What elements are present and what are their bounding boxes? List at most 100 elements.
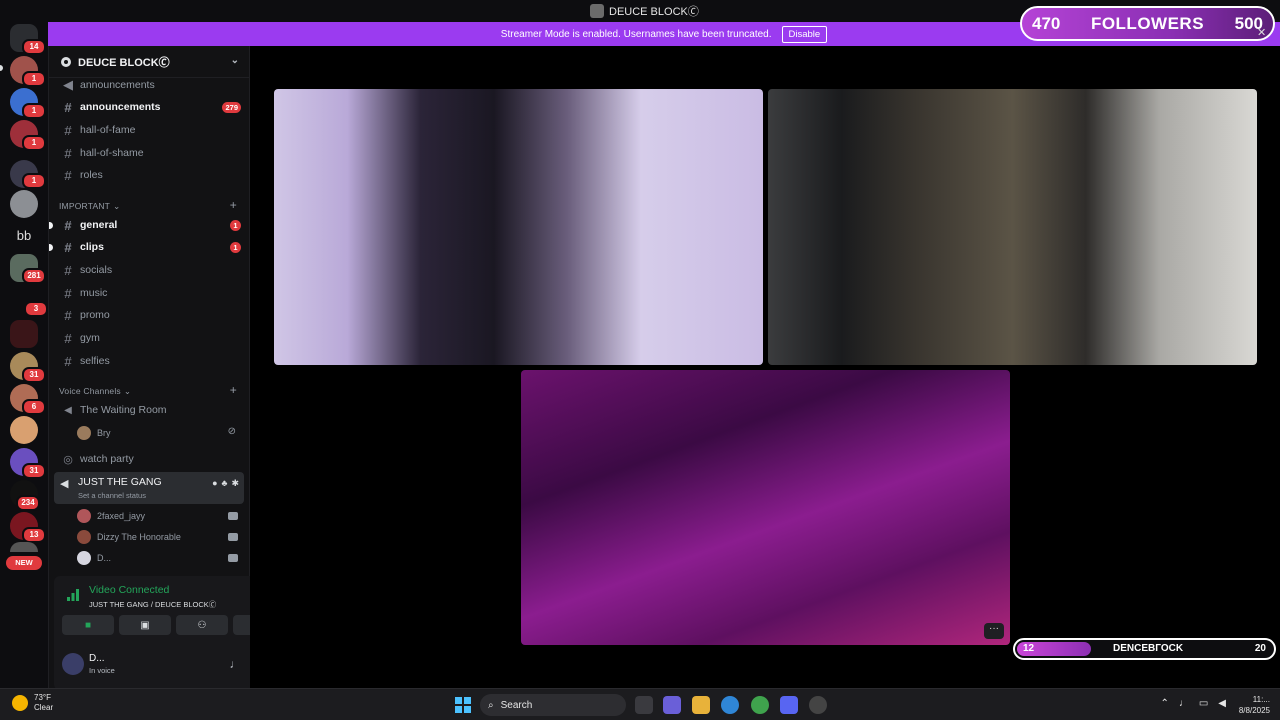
server-badge: 13 (22, 527, 46, 543)
new-servers-pill[interactable]: NEW (6, 556, 42, 570)
category-voice-channels[interactable]: Voice Channels ⌄ + (59, 383, 241, 398)
server-badge: 3 (24, 301, 48, 317)
clock[interactable]: 11:... 8/8/2025 (1239, 694, 1270, 716)
channel-promo[interactable]: # promo (57, 305, 245, 325)
microphone-icon[interactable]: ♩ (1179, 698, 1189, 709)
channel-watch-party[interactable]: ◎ watch party (57, 449, 245, 469)
megaphone-icon: ◀ (63, 77, 73, 92)
volume-icon[interactable]: ◀ (1218, 698, 1226, 709)
channel-general[interactable]: # general 1 (49, 215, 245, 235)
goal-bar-right-value: 20 (1254, 643, 1266, 654)
video-tile[interactable]: ··· (521, 370, 1010, 645)
voice-user-name: Bry (97, 428, 111, 438)
avatar (77, 551, 91, 565)
speaker-icon: ◀ (60, 478, 69, 490)
server-icon[interactable] (10, 190, 38, 218)
network-icon[interactable]: ▭ (1199, 698, 1208, 709)
channel-clips[interactable]: # clips 1 (49, 237, 245, 257)
signal-icon[interactable] (66, 588, 80, 602)
screen-share-button[interactable]: ▣ (119, 615, 171, 635)
chat-icon[interactable]: ● (212, 478, 217, 489)
followers-label: FOLLOWERS (1090, 13, 1205, 33)
voice-user[interactable]: D... (77, 549, 242, 567)
voice-channel-just-the-gang[interactable]: ◀ JUST THE GANG Set a channel status ● ♣… (54, 472, 244, 504)
obs-icon[interactable] (809, 696, 827, 714)
channel-socials[interactable]: # socials (57, 260, 245, 280)
channel-music[interactable]: # music (57, 283, 245, 303)
more-options-icon[interactable]: ··· (984, 623, 1004, 639)
channel-hall-of-fame[interactable]: # hall-of-fame (57, 120, 245, 140)
channel-selfies[interactable]: # selfies (57, 351, 245, 371)
weather-desc: Clear (34, 703, 54, 712)
camera-icon: ■ (84, 619, 92, 631)
goal-bar-name: DENCEBГOCK (1113, 643, 1184, 654)
username[interactable]: D... (89, 653, 105, 664)
server-badge: 1 (22, 173, 46, 189)
add-channel-icon[interactable]: + (230, 383, 237, 397)
server-icon[interactable] (10, 542, 38, 552)
file-explorer-icon[interactable] (692, 696, 710, 714)
speaker-icon: ◀ (64, 404, 72, 416)
microphone-icon[interactable]: ♩ (229, 657, 241, 671)
video-tile[interactable] (274, 89, 763, 365)
unread-pip (49, 244, 53, 251)
channel-name: clips (80, 241, 104, 253)
channel-announcements-voice[interactable]: ◀ announcements (57, 75, 245, 95)
channel-roles[interactable]: # roles (57, 165, 245, 185)
discord-icon[interactable] (780, 696, 798, 714)
channel-announcements[interactable]: # announcements 279 (57, 97, 245, 117)
channel-status[interactable]: Set a channel status (78, 491, 146, 500)
activity-button[interactable]: ⚇ (176, 615, 228, 635)
chevron-up-icon[interactable]: ⌃ (1160, 698, 1168, 709)
category-important[interactable]: IMPORTANT ⌄ + (59, 198, 241, 213)
chevron-down-icon: ⌄ (230, 55, 239, 66)
chrome-icon[interactable] (751, 696, 769, 714)
mention-badge: 1 (230, 242, 241, 253)
avatar[interactable] (62, 653, 84, 675)
gear-icon[interactable]: ✱ (231, 478, 239, 489)
voice-user[interactable]: 2faxed_jayy (77, 507, 242, 525)
date: 8/8/2025 (1238, 706, 1270, 715)
channel-hall-of-shame[interactable]: # hall-of-shame (57, 143, 245, 163)
voice-user-name: 2faxed_jayy (97, 511, 146, 521)
server-badge: 6 (22, 399, 46, 415)
mention-badge: 279 (222, 102, 241, 113)
voice-user-name: D... (97, 553, 112, 563)
avatar (77, 426, 91, 440)
gamepad-icon: ⚇ (197, 619, 207, 631)
weather-widget[interactable]: 73°F Clear (12, 693, 53, 713)
video-tile[interactable] (768, 89, 1257, 365)
server-icon (590, 4, 604, 18)
channel-name: watch party (80, 453, 134, 465)
invite-icon[interactable]: ♣ (222, 478, 228, 489)
task-view-icon[interactable] (635, 696, 653, 714)
deafened-icon: ⊘ (227, 426, 236, 437)
hash-icon: # (64, 239, 72, 255)
edge-icon[interactable] (721, 696, 739, 714)
channel-sidebar: DEUCE BLOCK🄫 ⌄ ◀ announcements # announc… (48, 46, 292, 690)
screen-share-icon: ▣ (140, 619, 150, 631)
server-icon[interactable] (10, 416, 38, 444)
windows-start-icon[interactable] (455, 697, 471, 713)
hash-icon: # (64, 145, 72, 161)
chevron-down-icon: ⌄ (113, 200, 121, 211)
voice-channel-waiting-room[interactable]: ◀ The Waiting Room (57, 400, 245, 420)
weather-text: 73°F Clear (34, 693, 53, 713)
voice-user[interactable]: Dizzy The Honorable (77, 528, 242, 546)
channel-gym[interactable]: # gym (57, 328, 245, 348)
goal-bar-left-value: 12 (1023, 643, 1035, 654)
voice-user-bry[interactable]: Bry ⊘ (77, 424, 242, 442)
add-channel-icon[interactable]: + (230, 198, 237, 212)
voice-location[interactable]: JUST THE GANG / DEUCE BLOCK🄫 (89, 599, 216, 610)
disable-streamer-mode-button[interactable]: Disable (781, 25, 828, 43)
server-icon-text[interactable]: bb (10, 228, 38, 243)
taskbar-search[interactable]: ⌕ Search (480, 694, 626, 716)
server-header[interactable]: DEUCE BLOCK🄫 ⌄ (49, 46, 251, 78)
server-folder-icon[interactable] (10, 320, 38, 348)
hash-icon: # (64, 99, 72, 115)
hash-icon: # (64, 330, 72, 346)
close-icon[interactable]: ✕ (1257, 26, 1266, 39)
copilot-icon[interactable] (663, 696, 681, 714)
voice-status[interactable]: Video Connected (89, 584, 169, 596)
camera-button[interactable]: ■ (62, 615, 114, 635)
